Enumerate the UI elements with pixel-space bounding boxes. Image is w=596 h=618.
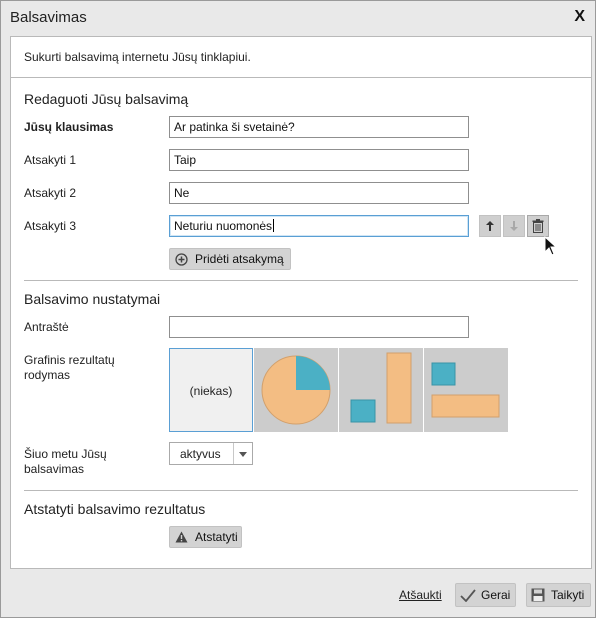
reset-section-title: Atstatyti balsavimo rezultatus: [24, 501, 206, 517]
warning-icon: [175, 531, 188, 543]
dialog-content-panel: Sukurti balsavimą internetu Jūsų tinklap…: [10, 36, 592, 569]
answer-2-input[interactable]: Ne: [169, 182, 469, 204]
column-chart-icon: [350, 352, 412, 424]
chart-option-bar[interactable]: [424, 348, 508, 432]
plus-circle-icon: [175, 252, 188, 266]
heading-input[interactable]: [169, 316, 469, 338]
apply-label: Taikyti: [551, 588, 585, 602]
intro-text: Sukurti balsavimą internetu Jūsų tinklap…: [24, 50, 251, 64]
dialog-titlebar: Balsavimas X: [1, 1, 595, 35]
chart-display-label: Grafinis rezultatų rodymas: [24, 353, 115, 382]
ok-label: Gerai: [481, 588, 511, 602]
answer-3-value: Neturiu nuomonės: [174, 219, 273, 233]
divider: [11, 77, 591, 78]
checkmark-icon: [460, 588, 476, 602]
move-down-button[interactable]: [503, 215, 525, 237]
ok-button[interactable]: Gerai: [455, 583, 516, 607]
cancel-link[interactable]: Atšaukti: [399, 588, 442, 602]
save-icon: [531, 588, 545, 602]
answer-3-input[interactable]: Neturiu nuomonės: [169, 215, 469, 237]
trash-icon: [532, 219, 544, 233]
arrow-up-icon: [486, 221, 494, 231]
question-input[interactable]: Ar patinka ši svetainė?: [169, 116, 469, 138]
pie-chart-icon: [261, 355, 331, 425]
poll-dialog: Balsavimas X Sukurti balsavimą internetu…: [0, 0, 596, 618]
chart-option-none[interactable]: (niekas): [169, 348, 253, 432]
delete-answer-button[interactable]: [527, 215, 549, 237]
answer-3-label: Atsakyti 3: [24, 219, 77, 233]
move-up-button[interactable]: [479, 215, 501, 237]
divider: [24, 490, 578, 491]
answer-2-label: Atsakyti 2: [24, 186, 77, 200]
chart-none-label: (niekas): [189, 384, 233, 398]
status-select[interactable]: aktyvus: [169, 442, 253, 465]
add-answer-label: Pridėti atsakymą: [195, 252, 284, 266]
arrow-down-icon: [510, 221, 518, 231]
divider: [24, 280, 578, 281]
add-answer-button[interactable]: Pridėti atsakymą: [169, 248, 291, 270]
reset-results-button[interactable]: Atstatyti: [169, 526, 242, 548]
chart-option-column[interactable]: [339, 348, 423, 432]
close-button[interactable]: X: [574, 8, 585, 26]
mouse-cursor-icon: [544, 236, 558, 256]
dialog-title: Balsavimas: [10, 9, 87, 26]
answer-1-input[interactable]: Taip: [169, 149, 469, 171]
settings-section-title: Balsavimo nustatymai: [24, 291, 161, 307]
apply-button[interactable]: Taikyti: [526, 583, 591, 607]
bar-chart-icon: [431, 362, 500, 418]
reset-results-label: Atstatyti: [195, 530, 238, 544]
question-label: Jūsų klausimas: [24, 120, 114, 134]
text-caret: [273, 219, 275, 232]
answer-1-label: Atsakyti 1: [24, 153, 77, 167]
status-select-value: aktyvus: [180, 447, 221, 461]
edit-section-title: Redaguoti Jūsų balsavimą: [24, 91, 189, 107]
chevron-down-icon: [233, 443, 252, 464]
chart-option-pie[interactable]: [254, 348, 338, 432]
heading-label: Antraštė: [24, 320, 69, 334]
status-label: Šiuo metu Jūsų balsavimas: [24, 447, 107, 476]
